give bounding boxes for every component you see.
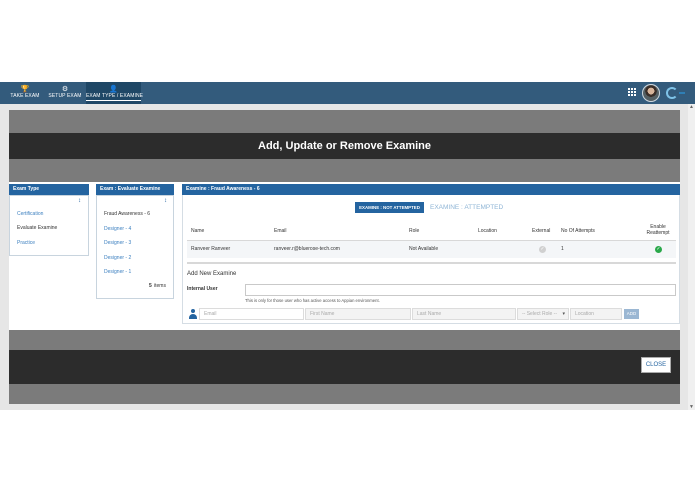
top-navbar: 🏆 TAKE EXAM ⚙ SETUP EXAM 👤 EXAM TYPE / E… bbox=[0, 82, 695, 104]
col-email: Email bbox=[274, 228, 287, 234]
close-button[interactable]: CLOSE bbox=[641, 357, 671, 373]
user-icon: 👤 bbox=[109, 86, 118, 93]
modal-footer-bar bbox=[9, 350, 680, 384]
help-text: This is only for those user who has acti… bbox=[245, 298, 380, 303]
chevron-down-icon: ▾ bbox=[562, 311, 565, 317]
modal-header-band-bottom bbox=[9, 159, 680, 182]
modal-header-band-top bbox=[9, 110, 680, 133]
exam-type-evaluate-examine[interactable]: Evaluate Examine bbox=[17, 225, 57, 231]
user-icon bbox=[189, 309, 197, 319]
item-count-suffix: items bbox=[154, 283, 166, 289]
col-external: External bbox=[532, 228, 551, 234]
col-name: Name bbox=[191, 228, 205, 234]
scrollbar[interactable]: ▲ ▼ bbox=[688, 104, 695, 410]
exam-item-designer-2[interactable]: Designer - 2 bbox=[104, 255, 131, 261]
nav-setup-exam[interactable]: ⚙ SETUP EXAM bbox=[48, 82, 82, 104]
brand-logo-icon bbox=[666, 87, 678, 99]
trophy-icon: 🏆 bbox=[20, 86, 30, 93]
nav-take-exam[interactable]: 🏆 TAKE EXAM bbox=[8, 82, 42, 104]
add-button[interactable]: ADD bbox=[624, 309, 639, 319]
table-divider bbox=[187, 262, 676, 264]
exam-item-designer-3[interactable]: Designer - 3 bbox=[104, 240, 131, 246]
first-name-field[interactable]: First Name bbox=[305, 308, 411, 320]
sort-icon[interactable]: ↕ bbox=[78, 198, 81, 204]
gear-icon: ⚙ bbox=[61, 86, 69, 93]
modal-footer-band-top bbox=[9, 330, 680, 350]
reattempt-check-icon[interactable]: ✓ bbox=[655, 246, 662, 253]
internal-user-label: Internal User bbox=[187, 286, 218, 292]
exam-item-fraud-awareness-6[interactable]: Fraud Awareness - 6 bbox=[104, 211, 150, 217]
email-field[interactable]: Email bbox=[199, 308, 304, 320]
role-select-label: -- Select Role -- bbox=[522, 311, 558, 317]
nav-setup-exam-label: SETUP EXAM bbox=[48, 93, 82, 99]
brand-logo-mark bbox=[679, 92, 685, 94]
col-reattempt-label: Reattempt bbox=[646, 230, 670, 236]
item-count: 5 bbox=[149, 283, 152, 289]
col-location: Location bbox=[478, 228, 497, 234]
col-attempts: No Of Attempts bbox=[561, 228, 595, 234]
location-field[interactable]: Location bbox=[570, 308, 622, 320]
row-name[interactable]: Ranveer Ranveer bbox=[191, 241, 230, 258]
nav-take-exam-label: TAKE EXAM bbox=[10, 93, 40, 99]
exam-item-designer-1[interactable]: Designer - 1 bbox=[104, 269, 131, 275]
external-check-icon: ✓ bbox=[539, 246, 546, 253]
apps-grid-icon[interactable] bbox=[628, 88, 638, 98]
tab-not-attempted[interactable]: EXAMINE : NOT ATTEMPTED bbox=[355, 202, 424, 213]
scroll-up-icon[interactable]: ▲ bbox=[689, 104, 694, 110]
col-role: Role bbox=[409, 228, 420, 234]
internal-user-input[interactable] bbox=[245, 284, 676, 296]
top-blank-area bbox=[0, 0, 695, 82]
examine-header: Examine : Fraud Awareness - 6 bbox=[182, 184, 680, 195]
exam-type-header: Exam Type bbox=[9, 184, 89, 195]
row-role: Not Available bbox=[409, 246, 439, 252]
exam-list-header: Exam : Evaluate Examine bbox=[96, 184, 174, 195]
nav-exam-type-examine[interactable]: 👤 EXAM TYPE / EXAMINE bbox=[86, 82, 144, 104]
add-new-examine-title: Add New Examine bbox=[187, 271, 237, 277]
modal-footer-band-bottom bbox=[9, 384, 680, 404]
exam-type-practice[interactable]: Practice bbox=[17, 240, 35, 246]
sort-icon[interactable]: ↕ bbox=[164, 198, 167, 204]
examine-panel bbox=[182, 195, 680, 324]
role-select[interactable]: -- Select Role -- ▾ bbox=[517, 308, 569, 320]
col-enable-reattempt: Enable Reattempt bbox=[642, 224, 674, 238]
row-email: ranveer.r@bluerose-tech.com bbox=[274, 246, 340, 252]
avatar[interactable] bbox=[642, 84, 660, 102]
last-name-field[interactable]: Last Name bbox=[412, 308, 516, 320]
exam-item-designer-4[interactable]: Designer - 4 bbox=[104, 226, 131, 232]
exam-type-certification[interactable]: Certification bbox=[17, 211, 43, 217]
scroll-down-icon[interactable]: ▼ bbox=[689, 404, 694, 410]
row-attempts: 1 bbox=[561, 246, 564, 252]
nav-exam-type-label: EXAM TYPE / EXAMINE bbox=[86, 93, 144, 101]
tab-attempted[interactable]: EXAMINE : ATTEMPTED bbox=[430, 202, 503, 213]
modal-title: Add, Update or Remove Examine bbox=[258, 140, 431, 152]
